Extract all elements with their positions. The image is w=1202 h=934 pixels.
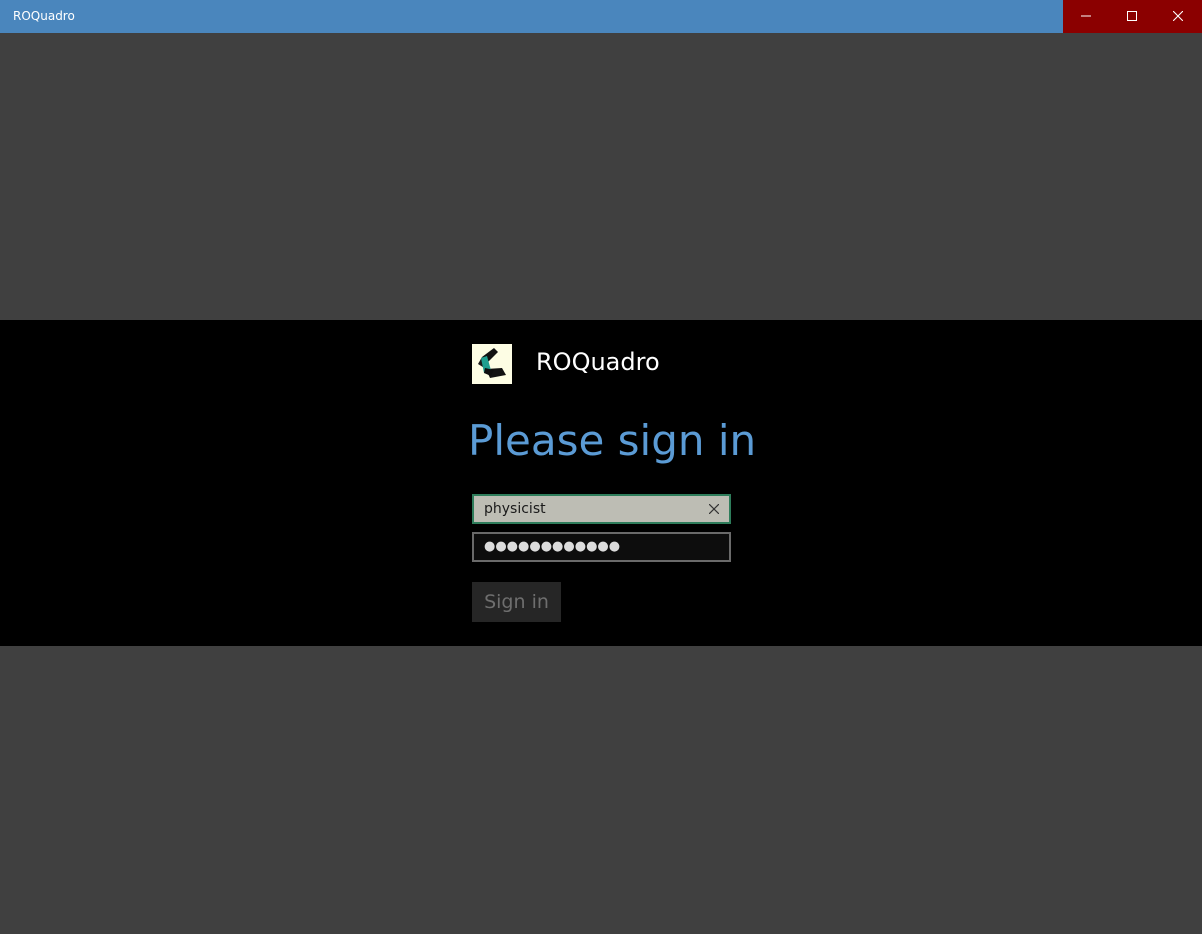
login-panel: ROQuadro Please sign in ●●●●●●●●●●●● Sig… (0, 320, 1202, 646)
app-window: ROQuadro ROQuadro Please sign in physici… (0, 0, 1202, 934)
roquadro-logo-icon (472, 344, 512, 384)
clear-icon[interactable] (707, 502, 721, 516)
maximize-button[interactable] (1109, 0, 1155, 33)
app-name: ROQuadro (536, 348, 660, 376)
password-masked-value: ●●●●●●●●●●●● (484, 539, 621, 554)
close-icon (1172, 8, 1184, 26)
close-button[interactable] (1155, 0, 1201, 33)
title-bar[interactable]: ROQuadro (0, 0, 1202, 33)
username-field[interactable] (472, 494, 731, 524)
username-input[interactable] (484, 496, 699, 522)
window-controls (1063, 0, 1202, 33)
maximize-icon (1127, 8, 1137, 26)
minimize-button[interactable] (1063, 0, 1109, 33)
minimize-icon (1081, 8, 1091, 26)
sign-in-button[interactable]: Sign in (472, 582, 561, 622)
password-field[interactable]: ●●●●●●●●●●●● (472, 532, 731, 562)
window-title: ROQuadro (13, 9, 75, 23)
page-title: Please sign in (468, 416, 757, 465)
